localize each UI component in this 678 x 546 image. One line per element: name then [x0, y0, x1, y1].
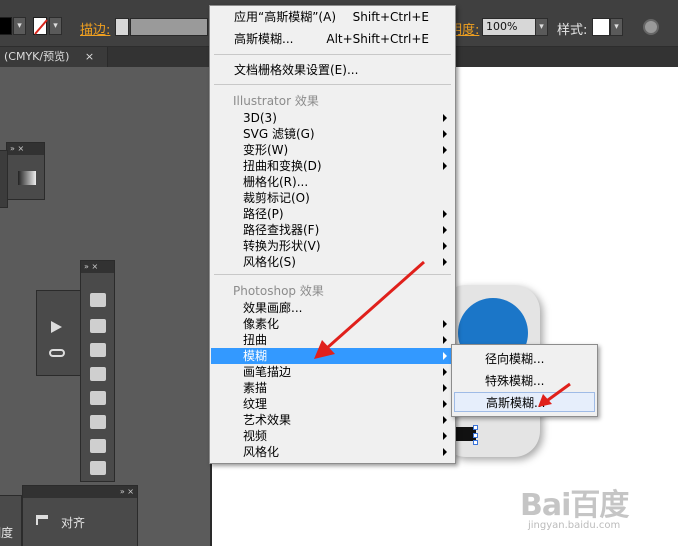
red-arrow-to-gaussian — [538, 382, 571, 407]
watermark-url: jingyan.baidu.com — [528, 520, 621, 531]
red-arrow-to-blur — [314, 260, 425, 359]
watermark-logo: Bai百度 — [520, 488, 629, 523]
annotation-arrows — [314, 260, 571, 407]
